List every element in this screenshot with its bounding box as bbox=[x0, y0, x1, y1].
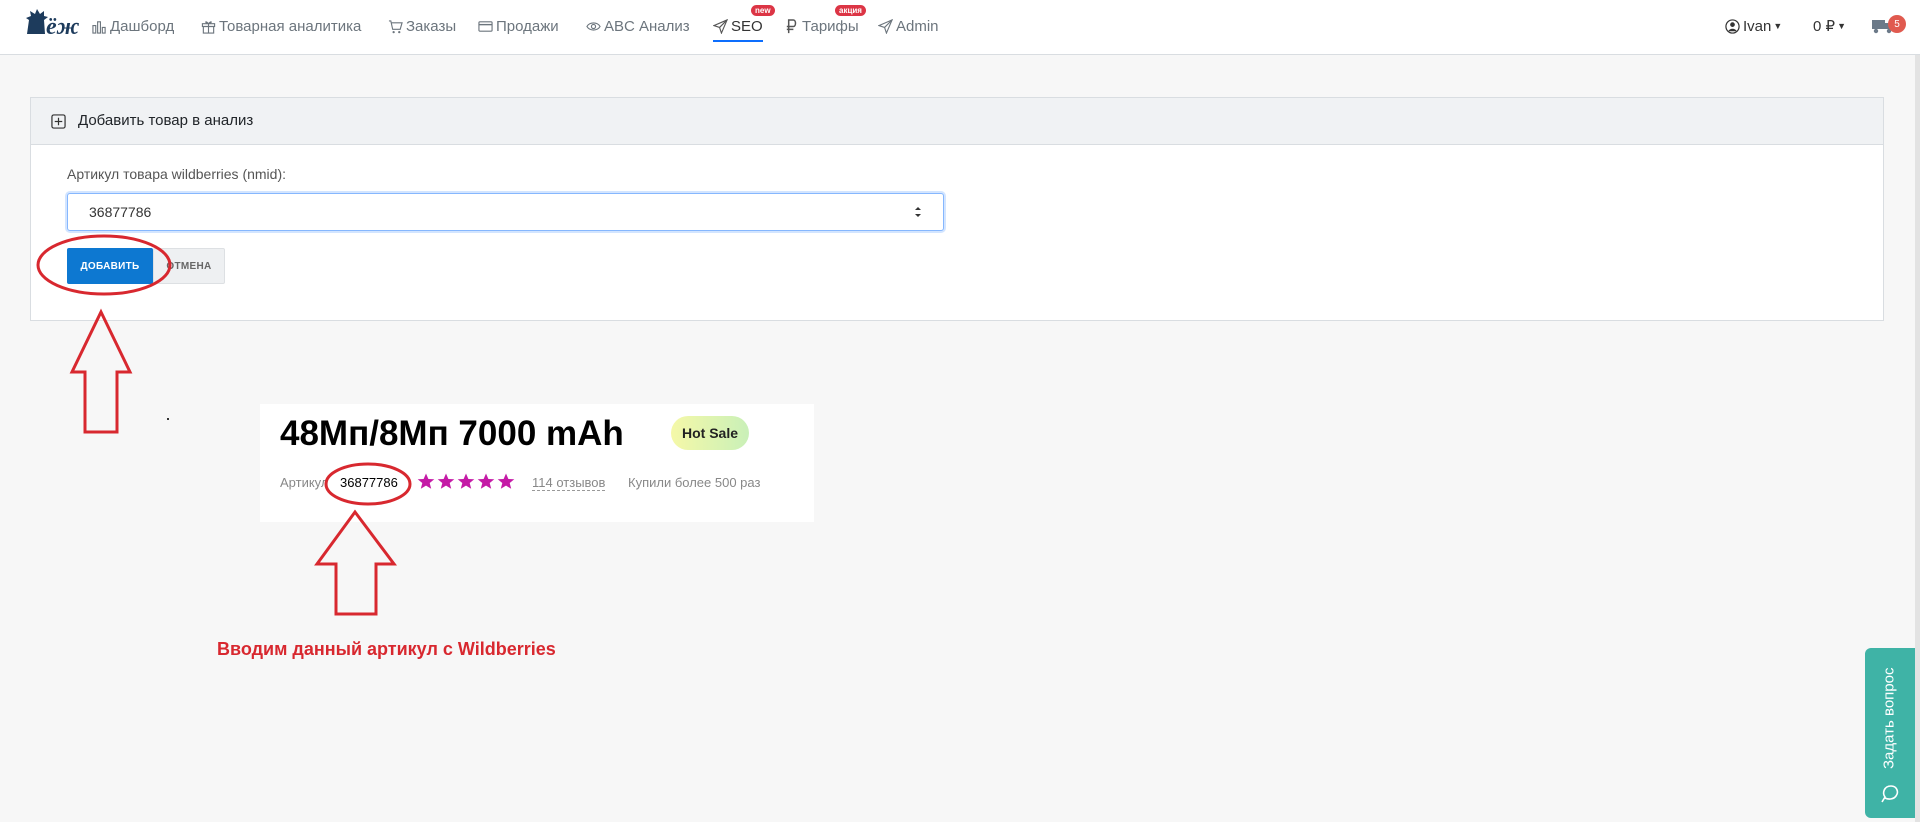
card-icon bbox=[478, 20, 493, 32]
nav-dashboard[interactable]: Дашборд bbox=[92, 14, 174, 38]
nmid-input-value: 36877786 bbox=[89, 204, 152, 220]
bar-chart-icon bbox=[92, 20, 106, 34]
balance-value: 0 ₽ bbox=[1813, 18, 1836, 35]
nmid-input[interactable]: 36877786 bbox=[67, 193, 944, 231]
product-title: 48Мп/8Мп 7000 mAh bbox=[280, 414, 624, 453]
top-navbar: ёж Дашборд Товарная аналитика Заказы Про… bbox=[0, 0, 1920, 55]
annotation-caption: Вводим данный артикул с Wildberries bbox=[217, 639, 556, 659]
star-icon bbox=[417, 473, 435, 489]
nav-abc-analysis-label: ABC Анализ bbox=[604, 17, 690, 35]
nav-sales-label: Продажи bbox=[496, 17, 559, 35]
user-icon bbox=[1725, 18, 1740, 34]
nav-seo[interactable]: SEO new bbox=[713, 5, 775, 42]
cart-count-badge: 5 bbox=[1888, 15, 1906, 33]
chat-bubble-icon bbox=[1881, 785, 1899, 803]
ask-question-tab[interactable]: Задать вопрос bbox=[1865, 648, 1915, 818]
cart-icon bbox=[388, 19, 403, 33]
ask-question-label: Задать вопрос bbox=[1880, 667, 1898, 769]
card-header[interactable]: Добавить товар в анализ bbox=[31, 98, 1883, 145]
star-icon bbox=[497, 473, 515, 489]
nmid-field-label: Артикул товара wildberries (nmid): bbox=[67, 166, 287, 182]
new-badge: new bbox=[751, 5, 775, 16]
bought-count: Купили более 500 раз bbox=[628, 475, 761, 490]
nav-tariffs-label: Тарифы bbox=[802, 17, 859, 35]
promo-badge: акция bbox=[835, 5, 866, 16]
number-spinner-icon[interactable] bbox=[913, 202, 923, 222]
nav-dashboard-label: Дашборд bbox=[110, 17, 175, 35]
user-name: Ivan bbox=[1743, 17, 1772, 35]
nav-tariffs[interactable]: Тарифы акция bbox=[784, 5, 866, 38]
user-menu[interactable]: Ivan ▼ bbox=[1725, 14, 1782, 38]
sku-label: Артикул bbox=[280, 475, 329, 490]
cancel-button[interactable]: ОТМЕНА bbox=[153, 248, 225, 284]
nav-seo-label: SEO bbox=[731, 17, 763, 35]
sku-value: 36877786 bbox=[340, 475, 398, 490]
rating-stars bbox=[416, 472, 516, 492]
star-icon bbox=[477, 473, 495, 489]
card-title: Добавить товар в анализ bbox=[78, 112, 254, 129]
product-snippet: 48Мп/8Мп 7000 mAh Hot Sale Артикул 36877… bbox=[260, 404, 814, 522]
star-icon bbox=[437, 473, 455, 489]
stray-dot bbox=[167, 418, 169, 420]
nav-admin[interactable]: Admin bbox=[878, 14, 939, 38]
eye-icon bbox=[586, 21, 601, 31]
arrow-up-icon bbox=[69, 308, 133, 434]
arrow-up-icon bbox=[314, 509, 397, 616]
add-button[interactable]: ДОБАВИТЬ bbox=[67, 248, 153, 284]
page-scrollbar[interactable] bbox=[1915, 55, 1920, 822]
nav-orders-label: Заказы bbox=[406, 17, 457, 35]
nav-orders[interactable]: Заказы bbox=[388, 14, 456, 38]
hot-sale-badge: Hot Sale bbox=[671, 416, 749, 450]
add-product-card: Добавить товар в анализ Артикул товара w… bbox=[30, 97, 1884, 321]
star-icon bbox=[457, 473, 475, 489]
send-icon bbox=[878, 18, 893, 34]
hedgehog-logo[interactable]: ёж bbox=[24, 6, 82, 40]
active-tab-underline bbox=[713, 40, 763, 42]
balance-menu[interactable]: 0 ₽ ▼ bbox=[1813, 14, 1846, 38]
plus-square-icon bbox=[51, 114, 66, 129]
nav-product-analytics-label: Товарная аналитика bbox=[219, 17, 362, 35]
nav-sales[interactable]: Продажи bbox=[478, 14, 559, 38]
reviews-link[interactable]: 114 отзывов bbox=[532, 475, 606, 491]
chevron-down-icon: ▼ bbox=[1837, 21, 1846, 31]
nav-abc-analysis[interactable]: ABC Анализ bbox=[586, 14, 690, 38]
gift-icon bbox=[201, 20, 216, 34]
send-icon bbox=[713, 18, 728, 34]
logo-text: ёж bbox=[46, 14, 80, 40]
ruble-icon bbox=[786, 18, 797, 33]
nav-admin-label: Admin bbox=[896, 17, 939, 35]
nav-product-analytics[interactable]: Товарная аналитика bbox=[201, 14, 361, 38]
chevron-down-icon: ▼ bbox=[1773, 21, 1783, 31]
